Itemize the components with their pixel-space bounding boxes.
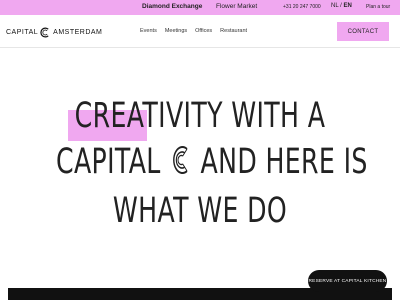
diamond-exchange-link[interactable]: Diamond Exchange [142, 3, 202, 10]
headline-line-1: CREATIVITY WITH A [74, 96, 326, 136]
capital-c-logo-icon [40, 27, 49, 37]
nav-item-events[interactable]: Events [140, 28, 157, 34]
logo-text-amsterdam: AMSTERDAM [53, 28, 103, 36]
headline-line-3: WHAT WE DO [112, 191, 288, 231]
lang-en-link[interactable]: EN [343, 3, 351, 9]
phone-link[interactable]: +31 20 247 7000 [283, 4, 321, 10]
capital-c-mark-icon [173, 146, 188, 174]
logo-text-capital: CAPITAL [6, 28, 39, 36]
reserve-capital-kitchen-button[interactable]: RESERVE AT CAPITAL KITCHEN [308, 270, 387, 292]
logo[interactable]: CAPITAL AMSTERDAM [6, 26, 102, 38]
top-bar: Diamond Exchange Flower Market +31 20 24… [0, 0, 400, 15]
nav-item-restaurant[interactable]: Restaurant [220, 28, 247, 34]
header-divider [0, 47, 400, 48]
language-switcher: NL / EN [331, 3, 352, 9]
headline-line-2: CAPITAL AND HERE IS [56, 142, 367, 182]
nav-item-meetings[interactable]: Meetings [165, 28, 187, 34]
main-nav: Events Meetings Offices Restaurant [140, 28, 247, 34]
headline-and-here-is: AND HERE IS [200, 142, 368, 182]
nav-item-offices[interactable]: Offices [195, 28, 212, 34]
plan-a-tour-link[interactable]: Plan a tour [366, 4, 390, 10]
headline-word-capital: CAPITAL [56, 142, 161, 182]
contact-button[interactable]: CONTACT [337, 22, 389, 41]
flower-market-link[interactable]: Flower Market [216, 3, 257, 10]
